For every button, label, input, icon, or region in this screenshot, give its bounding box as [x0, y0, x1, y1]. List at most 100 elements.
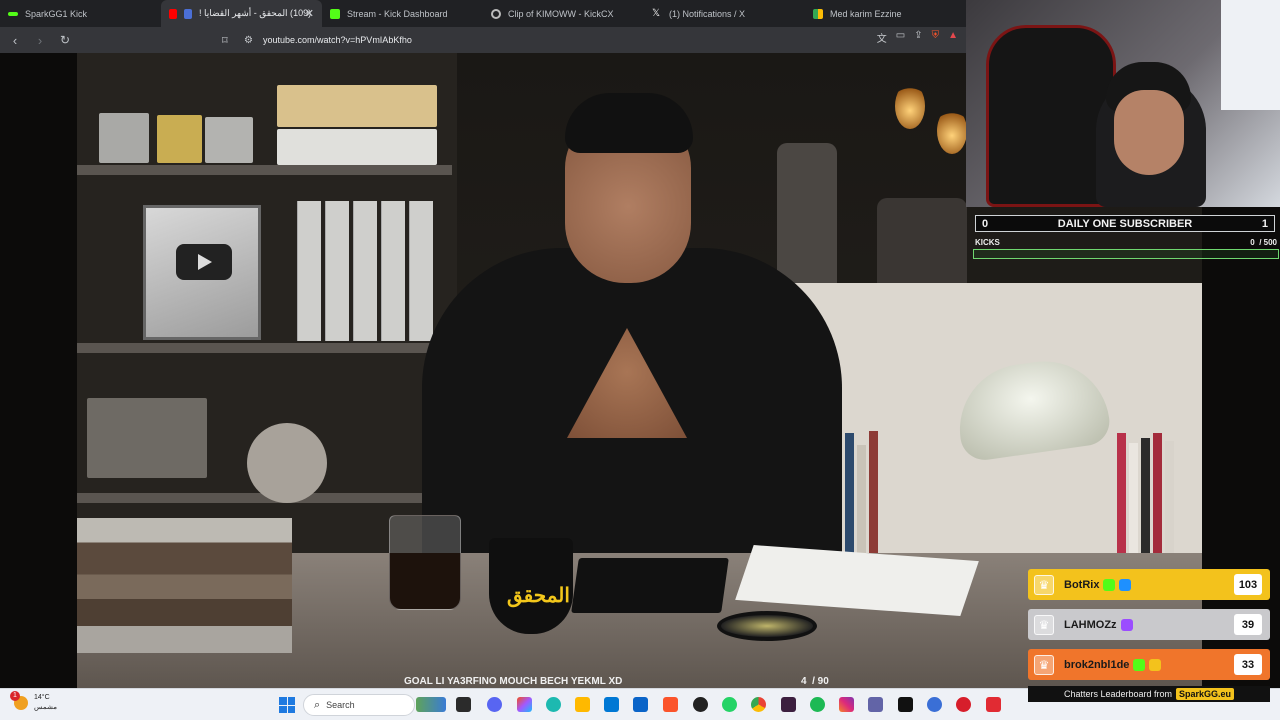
bookmark-icon[interactable]: ⌑: [222, 34, 234, 47]
decorative-ball: [247, 423, 327, 503]
translate-icon[interactable]: 文: [877, 30, 887, 45]
light-bulb: [937, 108, 967, 154]
file-explorer-icon[interactable]: [575, 697, 590, 712]
subscriber-badge-icon: [1120, 618, 1133, 631]
presenter-hair: [565, 93, 693, 153]
kicks-count: 0 / 500: [1250, 238, 1277, 247]
spotify-icon[interactable]: [810, 697, 825, 712]
moderator-badge-icon: [1133, 658, 1146, 671]
book-stack: [77, 518, 292, 653]
site-info-icon[interactable]: ⚙: [244, 35, 256, 46]
vip-badge-icon: [1149, 658, 1162, 671]
leaderboard-row: ♛ BotRix 103: [1028, 569, 1270, 600]
kicks-label: KICKS: [975, 238, 1000, 247]
window-light: [1221, 0, 1280, 110]
leaderboard-score: 103: [1234, 574, 1262, 595]
translate-icon: [184, 8, 192, 19]
task-view-icon[interactable]: [456, 697, 471, 712]
tab-title: (109) المحقق - أشهر القضايا !: [199, 8, 312, 18]
browser-tab-strip: SparkGG1 Kick (109) المحقق - أشهر القضاي…: [0, 0, 966, 27]
weather-description: مشمس: [34, 704, 57, 711]
sparkgg-brand: SparkGG.eu: [1176, 688, 1235, 700]
alert-badge: 1: [10, 691, 20, 701]
crown-icon: ♛: [1034, 654, 1054, 675]
crown-icon: ♛: [1034, 614, 1054, 635]
figma-icon[interactable]: [517, 697, 532, 712]
leaderboard-username: brok2nbl1de: [1064, 658, 1130, 671]
search-label: Search: [326, 700, 355, 710]
custom-goal-count: 4 / 90: [801, 676, 829, 687]
binder: [353, 201, 377, 341]
brave-icon[interactable]: [663, 697, 678, 712]
tab-sparkgg1-kick[interactable]: SparkGG1 Kick: [0, 0, 161, 27]
tab-title: Clip of KIMOWW - KickCX: [508, 8, 614, 19]
storage-box: [157, 115, 202, 163]
whatsapp-icon[interactable]: [722, 697, 737, 712]
tab-x-notifications[interactable]: 𝕏 (1) Notifications / X: [644, 0, 805, 27]
back-icon[interactable]: ‹: [5, 33, 25, 48]
tab-kick-dashboard[interactable]: Stream - Kick Dashboard: [322, 0, 483, 27]
custom-goal-title: GOAL LI YA3RFINO MOUCH BECH YEKML XD: [404, 676, 623, 687]
youtube-icon: [169, 8, 177, 19]
subscriber-goal-widget: 0 DAILY ONE SUBSCRIBER 1: [975, 215, 1275, 232]
youtube-play-button-plaque: [143, 205, 261, 340]
url-text[interactable]: youtube.com/watch?v=hPVmIAbKfho: [263, 35, 412, 45]
teams-icon[interactable]: [868, 697, 883, 712]
tab-google-sheet[interactable]: Med karim Ezzine: [805, 0, 966, 27]
brave-shield-icon[interactable]: ⛨: [932, 30, 940, 45]
weather-widget[interactable]: 1 14°C مشمس: [10, 691, 57, 713]
forward-icon[interactable]: ›: [30, 33, 50, 48]
tab-youtube-video[interactable]: (109) المحقق - أشهر القضايا ! ✕: [161, 0, 322, 27]
goal-start-value: 0: [982, 217, 989, 230]
play-icon: [176, 244, 232, 280]
goal-end-value: 1: [1261, 217, 1268, 230]
windows-start-icon[interactable]: [279, 697, 295, 713]
widgets-icon[interactable]: [416, 697, 446, 712]
brave-rewards-icon[interactable]: ▲: [948, 30, 958, 45]
leaderboard-footer-text: Chatters Leaderboard from: [1063, 689, 1173, 699]
leaderboard-username: LAHMOZz: [1064, 618, 1117, 631]
app-icon[interactable]: [986, 697, 1001, 712]
chrome-icon[interactable]: [751, 697, 766, 712]
vase: [777, 143, 837, 293]
leaderboard-row: ♛ LAHMOZz 39: [1028, 609, 1270, 640]
storage-box: [277, 85, 437, 127]
search-icon: ⌕: [314, 698, 321, 711]
weather-temperature: 14°C: [34, 694, 50, 701]
tab-kickcx-clip[interactable]: Clip of KIMOWW - KickCX: [483, 0, 644, 27]
leaderboard-username: BotRix: [1064, 578, 1100, 591]
weather-text: 14°C مشمس: [34, 693, 57, 713]
tablet: [571, 558, 729, 613]
browser-toolbar: ‹ › ↻ ⌑ ⚙ youtube.com/watch?v=hPVmIAbKfh…: [0, 27, 966, 53]
capcut-icon[interactable]: [898, 697, 913, 712]
instagram-icon[interactable]: [839, 697, 854, 712]
share-icon[interactable]: ⇪: [914, 30, 922, 45]
obs-icon[interactable]: [693, 697, 708, 712]
kickcx-icon: [491, 8, 501, 19]
bot-badge-icon: [1103, 578, 1116, 591]
screen: SparkGG1 Kick (109) المحقق - أشهر القضاي…: [0, 0, 1280, 720]
coffee-glass: [389, 515, 461, 610]
microsoft-store-icon[interactable]: [604, 697, 619, 712]
leaderboard-row: ♛ brok2nbl1de 33: [1028, 649, 1270, 680]
leaderboard-score: 33: [1234, 654, 1262, 675]
discord-icon[interactable]: [487, 697, 502, 712]
close-tab-icon[interactable]: ✕: [305, 7, 314, 20]
google-sheets-icon: [813, 8, 823, 19]
shelf: [77, 343, 452, 353]
reload-icon[interactable]: ↻: [55, 33, 75, 47]
crown-icon: ♛: [1034, 574, 1054, 595]
sun-icon: 1: [10, 691, 28, 710]
radio: [87, 398, 207, 478]
browser-icon[interactable]: [927, 697, 942, 712]
taskbar-search[interactable]: ⌕ Search: [303, 694, 415, 716]
address-bar[interactable]: ⌑ ⚙ youtube.com/watch?v=hPVmIAbKfho: [222, 30, 962, 50]
outlook-icon[interactable]: [633, 697, 648, 712]
streamlabs-icon[interactable]: [781, 697, 796, 712]
x-icon: 𝕏: [652, 7, 661, 19]
record-icon[interactable]: [956, 697, 971, 712]
edge-icon[interactable]: [546, 697, 561, 712]
binder: [325, 201, 349, 341]
binder: [409, 201, 433, 341]
picture-in-picture-icon[interactable]: ▭: [896, 30, 905, 45]
